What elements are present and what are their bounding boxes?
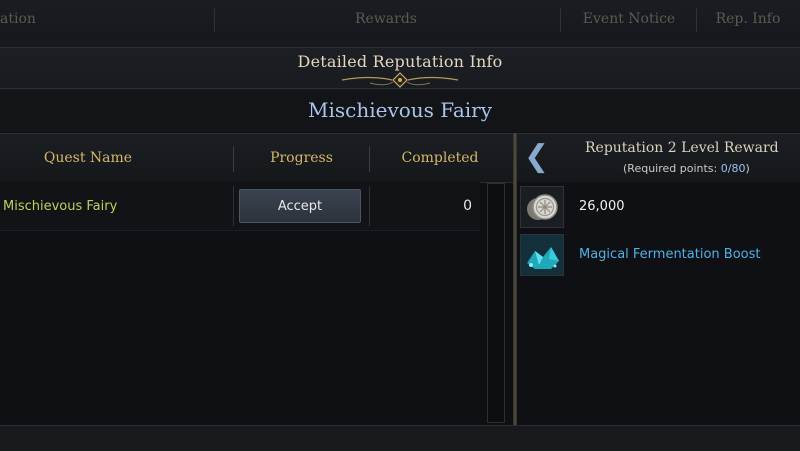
row-separator xyxy=(233,186,234,226)
header-quest-name: Quest Name xyxy=(43,150,133,166)
header-completed: Completed xyxy=(401,150,479,166)
reward-item[interactable]: 26,000 xyxy=(517,184,800,230)
tab-separator xyxy=(214,8,215,32)
reward-item-label: Magical Fermentation Boost xyxy=(579,247,761,262)
top-tab-bar: ation Rewards Event Notice Rep. Info xyxy=(0,0,800,41)
tab-rewards[interactable]: Rewards xyxy=(300,0,472,40)
modal-footer xyxy=(0,425,800,451)
silver-coin-icon xyxy=(520,186,564,228)
completed-count: 0 xyxy=(463,198,472,214)
tab-event-notice[interactable]: Event Notice xyxy=(570,0,688,40)
quest-name-cell[interactable]: Mischievous Fairy xyxy=(3,182,117,230)
reward-item[interactable]: Magical Fermentation Boost xyxy=(517,232,800,278)
crystal-boost-icon xyxy=(520,234,564,276)
tab-reputation[interactable]: ation xyxy=(0,0,40,40)
reward-panel: ❮ Reputation 2 Level Reward (Required po… xyxy=(517,133,800,426)
required-points-suffix: ) xyxy=(745,162,750,175)
quest-table: Quest Name Progress Completed Mischievou… xyxy=(0,133,513,426)
required-points-value: 0/80 xyxy=(720,162,746,175)
header-progress: Progress xyxy=(270,150,333,166)
required-points-label: (Required points: xyxy=(623,162,721,175)
accept-button[interactable]: Accept xyxy=(239,189,361,223)
chevron-left-icon[interactable]: ❮ xyxy=(524,142,549,172)
row-separator xyxy=(369,186,370,226)
reward-item-label: 26,000 xyxy=(579,199,625,214)
required-points: (Required points: 0/80) xyxy=(623,162,783,175)
reward-panel-header: ❮ Reputation 2 Level Reward (Required po… xyxy=(517,134,800,182)
modal-title: Detailed Reputation Info xyxy=(297,52,503,71)
reputation-subject-title: Mischievous Fairy xyxy=(0,90,800,132)
title-ornament-icon xyxy=(341,72,459,88)
quest-list-scrollbar[interactable] xyxy=(487,183,505,423)
quest-table-header: Quest Name Progress Completed xyxy=(0,134,513,183)
tab-rep-info[interactable]: Rep. Info xyxy=(700,0,796,40)
reward-level-title: Reputation 2 Level Reward xyxy=(585,140,779,156)
tab-separator xyxy=(560,8,561,32)
table-row: Mischievous Fairy Accept 0 xyxy=(0,182,480,231)
tab-separator xyxy=(696,8,697,32)
